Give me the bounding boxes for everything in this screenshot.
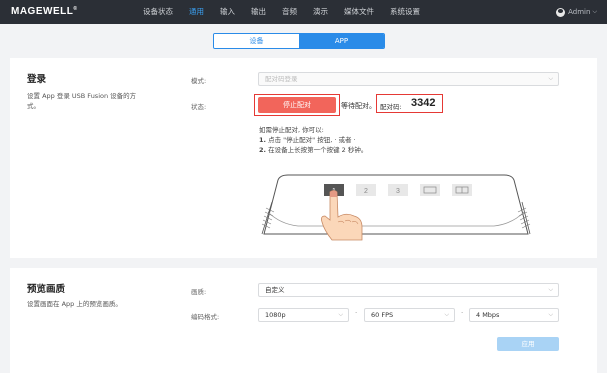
resolution-select-value: 1080p <box>265 311 286 319</box>
chevron-down-icon: ⌵ <box>548 286 553 293</box>
quality-label: 画质: <box>191 288 207 296</box>
device-button-3-label: 3 <box>396 188 400 195</box>
user-name: Admin <box>568 8 591 16</box>
preview-quality-description: 设置画面在 App 上的预览画质。 <box>27 300 122 308</box>
instruction-step-1-number: 1. <box>259 136 266 144</box>
top-navigation-bar: MAGEWELL® 设备状态 通用 输入 输出 音频 演示 媒体文件 系统设置 … <box>0 0 607 24</box>
stop-pairing-instructions: 如需停止配对, 你可以: 1. 点击 "停止配对" 按钮, · 或者 · 2. … <box>259 125 367 155</box>
login-description: 设置 App 登录 USB Fusion 设备的方 式。 <box>27 91 136 111</box>
nav-item-system-settings[interactable]: 系统设置 <box>382 0 428 24</box>
tab-device[interactable]: 设备 <box>214 34 299 48</box>
mode-select[interactable]: 配对码登录 ⌵ <box>258 72 559 86</box>
nav-item-input[interactable]: 输入 <box>212 0 243 24</box>
instruction-step-1: 1. 点击 "停止配对" 按钮, · 或者 · <box>259 135 367 145</box>
fps-select[interactable]: 60 FPS ⌵ <box>364 308 455 322</box>
main-nav: 设备状态 通用 输入 输出 音频 演示 媒体文件 系统设置 <box>135 0 428 24</box>
user-menu[interactable]: Admin ⌵ <box>556 0 597 24</box>
chevron-down-icon: ⌵ <box>338 311 343 318</box>
chevron-down-icon: ⌵ <box>548 75 553 82</box>
chevron-down-icon: ⌵ <box>592 8 597 15</box>
instruction-step-2-text: 在设备上长按第一个按键 2 秒钟。 <box>268 146 368 154</box>
quality-select[interactable]: 自定义 ⌵ <box>258 283 559 297</box>
pairing-status-text: 等待配对。 <box>341 102 376 110</box>
device-illustration: 1 2 3 <box>261 174 531 241</box>
nav-item-presentation[interactable]: 演示 <box>305 0 336 24</box>
encode-format-label: 编码格式: <box>191 313 220 321</box>
pairing-code-value: 3342 <box>411 97 436 109</box>
preview-quality-title: 预览画质 <box>27 284 66 295</box>
nav-item-media-files[interactable]: 媒体文件 <box>336 0 382 24</box>
device-button-2-label: 2 <box>364 188 368 195</box>
instruction-step-2: 2. 在设备上长按第一个按键 2 秒钟。 <box>259 145 367 155</box>
avatar <box>556 7 566 17</box>
brand-logo-mark: ® <box>73 6 78 12</box>
instruction-intro: 如需停止配对, 你可以: <box>259 126 324 134</box>
login-description-line-1: 设置 App 登录 USB Fusion 设备的方 <box>27 92 137 100</box>
status-label: 状态: <box>191 103 207 111</box>
stop-pairing-button[interactable]: 停止配对 <box>258 97 336 113</box>
mode-select-value: 配对码登录 <box>265 75 298 83</box>
login-description-line-2: 式。 <box>27 102 40 110</box>
device-button-layout <box>420 184 440 196</box>
apply-button[interactable]: 应用 <box>497 337 559 351</box>
chevron-down-icon: ⌵ <box>444 311 449 318</box>
pairing-code-label: 配对码: <box>380 103 402 111</box>
fps-select-value: 60 FPS <box>371 311 394 319</box>
tab-app[interactable]: APP <box>299 34 384 48</box>
login-title: 登录 <box>27 74 47 85</box>
instruction-step-2-number: 2. <box>259 146 266 154</box>
device-body <box>261 174 531 235</box>
chevron-down-icon: ⌵ <box>548 311 553 318</box>
nav-item-general[interactable]: 通用 <box>181 0 212 24</box>
mode-label: 模式: <box>191 77 207 85</box>
brand-logo-text: MAGEWELL <box>11 6 74 17</box>
quality-select-value: 自定义 <box>265 286 285 294</box>
bitrate-select[interactable]: 4 Mbps ⌵ <box>469 308 559 322</box>
separator: · <box>355 309 358 317</box>
nav-item-audio[interactable]: 音频 <box>274 0 305 24</box>
instruction-step-1-text: 点击 "停止配对" 按钮, · 或者 · <box>268 136 356 144</box>
brand-logo[interactable]: MAGEWELL® <box>11 6 78 17</box>
nav-item-output[interactable]: 输出 <box>243 0 274 24</box>
device-app-tabs: 设备 APP <box>213 33 385 49</box>
resolution-select[interactable]: 1080p ⌵ <box>258 308 349 322</box>
nav-item-device-status[interactable]: 设备状态 <box>135 0 181 24</box>
separator: · <box>461 309 464 317</box>
bitrate-select-value: 4 Mbps <box>476 311 500 319</box>
